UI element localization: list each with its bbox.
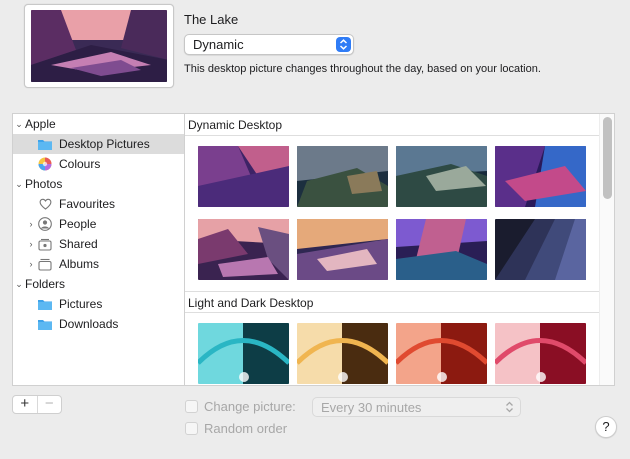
- color-wheel-icon: [37, 157, 53, 171]
- sidebar-group-label: Photos: [25, 177, 63, 191]
- preview-image: [31, 10, 167, 82]
- person-icon: [37, 217, 53, 231]
- chevron-right-icon[interactable]: ›: [25, 219, 37, 229]
- gallery-scroll-track[interactable]: [599, 114, 614, 385]
- sidebar-item-label: Pictures: [59, 297, 103, 311]
- change-picture-checkbox[interactable]: [185, 400, 198, 413]
- appearance-mode-select[interactable]: Dynamic: [184, 34, 354, 55]
- folder-icon: [37, 317, 53, 331]
- sidebar-group-folders[interactable]: ⌄ Folders: [13, 274, 184, 294]
- wallpaper-description: This desktop picture changes throughout …: [184, 63, 541, 75]
- wallpaper-title: The Lake: [184, 12, 239, 27]
- current-wallpaper-preview: [24, 4, 174, 88]
- change-interval-select[interactable]: Every 30 minutes: [312, 397, 521, 417]
- sidebar-item-pictures[interactable]: Pictures: [13, 294, 184, 314]
- appearance-mode-value: Dynamic: [193, 37, 244, 52]
- gallery-scrollbar-thumb[interactable]: [603, 117, 612, 199]
- wallpaper-thumbnail[interactable]: [297, 219, 388, 280]
- sidebar-item-colours[interactable]: Colours: [13, 154, 184, 174]
- sidebar-item-favourites[interactable]: Favourites: [13, 194, 184, 214]
- sidebar-item-label: People: [59, 217, 97, 231]
- random-order-checkbox[interactable]: [185, 422, 198, 435]
- heart-icon: [37, 197, 53, 211]
- sidebar-group-label: Apple: [25, 117, 56, 131]
- change-picture-label: Change picture:: [204, 399, 296, 414]
- sidebar-group-apple[interactable]: ⌄ Apple: [13, 114, 184, 134]
- wallpaper-thumbnail[interactable]: [297, 323, 388, 384]
- sidebar-item-label: Favourites: [59, 197, 116, 211]
- chevron-right-icon[interactable]: ›: [25, 259, 37, 269]
- wallpaper-thumbnail[interactable]: [297, 146, 388, 207]
- change-interval-value: Every 30 minutes: [321, 400, 422, 415]
- wallpaper-thumbnail[interactable]: [495, 219, 586, 280]
- sidebar-item-desktop-pictures[interactable]: Desktop Pictures: [13, 134, 184, 154]
- select-chevron-icon: [336, 37, 351, 52]
- chevron-down-icon[interactable]: ⌄: [13, 179, 25, 190]
- wallpaper-thumbnail[interactable]: [396, 323, 487, 384]
- sidebar-item-label: Colours: [59, 157, 101, 171]
- remove-folder-button[interactable]: −: [36, 396, 62, 413]
- wallpaper-gallery: Dynamic Desktop Light and Dark Desktop: [184, 113, 615, 386]
- wallpaper-thumbnail[interactable]: [495, 323, 586, 384]
- sidebar-item-albums[interactable]: › Albums: [13, 254, 184, 274]
- wallpaper-thumbnail[interactable]: [198, 219, 289, 280]
- folder-icon: [37, 137, 53, 151]
- wallpaper-thumbnail[interactable]: [396, 146, 487, 207]
- chevron-down-icon[interactable]: ⌄: [13, 279, 25, 290]
- add-folder-button[interactable]: +: [13, 396, 37, 413]
- sidebar-item-label: Downloads: [59, 317, 119, 331]
- wallpaper-thumbnail[interactable]: [396, 219, 487, 280]
- section-header: Light and Dark Desktop: [185, 291, 599, 313]
- section-header: Dynamic Desktop: [185, 114, 599, 136]
- sidebar-item-label: Albums: [59, 257, 100, 271]
- shared-album-icon: [37, 237, 53, 251]
- select-chevron-icon: [505, 401, 514, 416]
- random-order-label: Random order: [204, 421, 288, 436]
- sidebar-group-label: Folders: [25, 277, 66, 291]
- sidebar-item-people[interactable]: › People: [13, 214, 184, 234]
- sidebar-group-photos[interactable]: ⌄ Photos: [13, 174, 184, 194]
- add-remove-control: + −: [12, 395, 62, 414]
- sidebar-item-shared[interactable]: › Shared: [13, 234, 184, 254]
- wallpaper-thumbnail[interactable]: [495, 146, 586, 207]
- source-sidebar: ⌄ Apple Desktop Pictures Colours ⌄ Photo…: [12, 113, 184, 386]
- sidebar-item-label: Shared: [59, 237, 98, 251]
- folder-icon: [37, 297, 53, 311]
- help-button[interactable]: ?: [595, 416, 617, 438]
- sidebar-item-label: Desktop Pictures: [59, 137, 150, 151]
- wallpaper-thumbnail[interactable]: [198, 146, 289, 207]
- chevron-right-icon[interactable]: ›: [25, 239, 37, 249]
- sidebar-item-downloads[interactable]: Downloads: [13, 314, 184, 334]
- album-icon: [37, 257, 53, 271]
- chevron-down-icon[interactable]: ⌄: [13, 119, 25, 130]
- wallpaper-thumbnail[interactable]: [198, 323, 289, 384]
